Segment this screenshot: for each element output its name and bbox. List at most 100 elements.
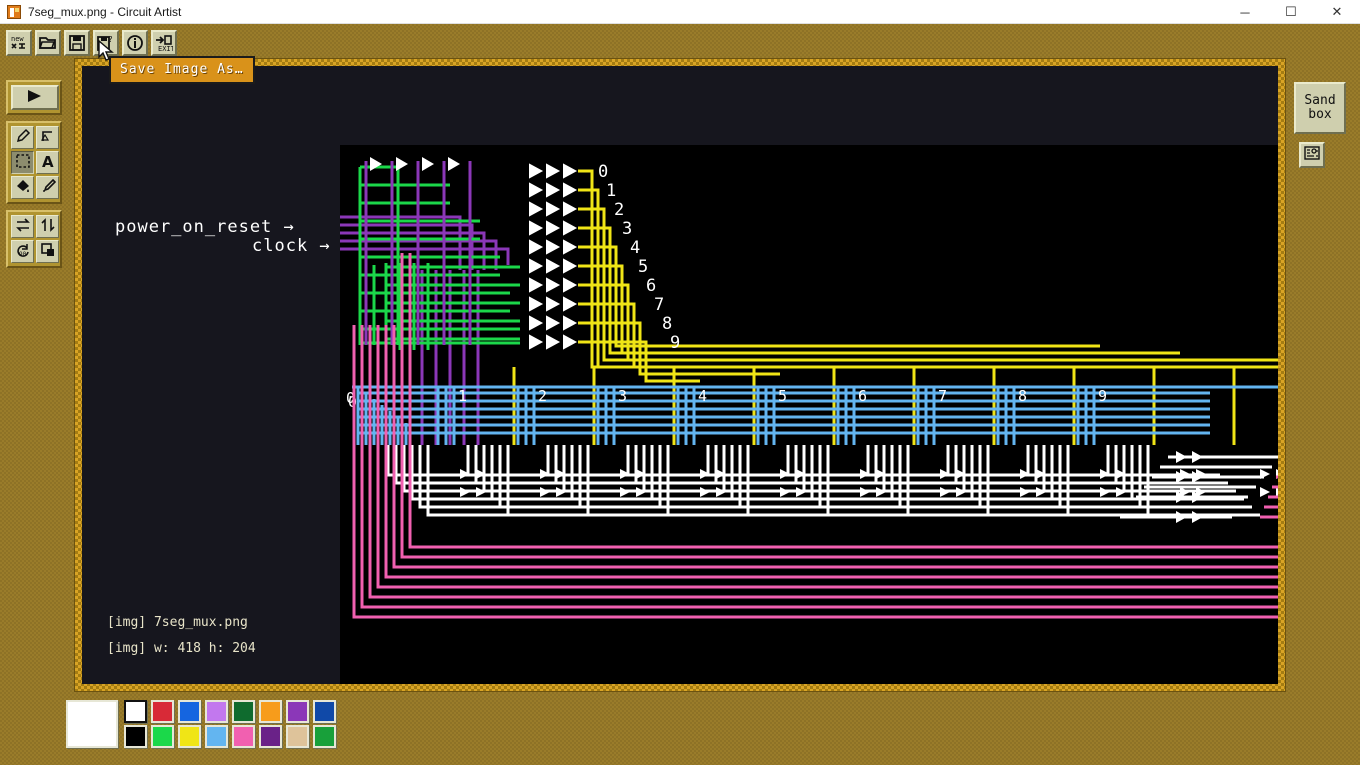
mouse-cursor bbox=[98, 40, 116, 64]
palette-swatch[interactable] bbox=[178, 700, 201, 723]
status-line-filename: [img] 7seg_mux.png bbox=[107, 610, 256, 636]
circuit-schematic-svg: 0 1 2 3 4 5 6 7 8 9 0 bbox=[340, 145, 1278, 684]
flip-horizontal-icon bbox=[15, 217, 31, 237]
palette-swatch[interactable] bbox=[286, 700, 309, 723]
minimize-icon[interactable]: ─ bbox=[1222, 0, 1268, 24]
copy-paste-icon bbox=[40, 242, 56, 262]
decoder-label-3: 3 bbox=[622, 219, 632, 239]
palette-swatch[interactable] bbox=[313, 725, 336, 748]
text-a-icon: A bbox=[40, 153, 56, 173]
mux-label-2: 2 bbox=[538, 387, 547, 405]
save-button[interactable] bbox=[64, 30, 90, 56]
palette-swatch[interactable] bbox=[205, 725, 228, 748]
maximize-icon[interactable]: ☐ bbox=[1268, 0, 1314, 24]
palette-swatch[interactable] bbox=[232, 700, 255, 723]
mux-label-4: 4 bbox=[698, 387, 707, 405]
circuit-image[interactable]: 0 1 2 3 4 5 6 7 8 9 0 bbox=[340, 145, 1278, 684]
decoder-label-6: 6 bbox=[646, 276, 656, 296]
mux-label-5: 5 bbox=[778, 387, 787, 405]
palette-swatch[interactable] bbox=[259, 700, 282, 723]
pencil-tool[interactable] bbox=[11, 126, 34, 149]
window-titlebar: 7seg_mux.png - Circuit Artist ─ ☐ ✕ bbox=[0, 0, 1360, 24]
decoder-label-1: 1 bbox=[606, 181, 616, 201]
svg-text:EXIT: EXIT bbox=[158, 45, 173, 52]
decoder-label-2: 2 bbox=[614, 200, 624, 220]
window-title: 7seg_mux.png - Circuit Artist bbox=[28, 5, 181, 19]
flip-vertical-icon bbox=[40, 217, 56, 237]
info-icon bbox=[126, 34, 144, 52]
marquee-select-icon bbox=[15, 153, 31, 173]
palette-swatch[interactable] bbox=[151, 700, 174, 723]
decoder-label-9: 9 bbox=[670, 333, 680, 353]
mux-label-3: 3 bbox=[618, 387, 627, 405]
about-button[interactable] bbox=[122, 30, 148, 56]
exit-button[interactable]: EXIT bbox=[151, 30, 177, 56]
transform-tools-panel: 90 bbox=[6, 210, 62, 268]
decoder-label-8: 8 bbox=[662, 314, 672, 334]
close-icon[interactable]: ✕ bbox=[1314, 0, 1360, 24]
mux-label-6: 6 bbox=[858, 387, 867, 405]
palette-swatch[interactable] bbox=[151, 725, 174, 748]
play-icon bbox=[25, 88, 45, 107]
current-color-swatch[interactable] bbox=[66, 700, 118, 748]
eyedropper-icon bbox=[40, 178, 56, 198]
signal-label-clock: clock → bbox=[252, 236, 331, 256]
palette-swatch[interactable] bbox=[286, 725, 309, 748]
window-controls: ─ ☐ ✕ bbox=[1222, 0, 1360, 24]
draw-tools-panel: A bbox=[6, 121, 62, 204]
mux-label-7: 7 bbox=[938, 387, 947, 405]
status-line-dimensions: [img] w: 418 h: 204 bbox=[107, 636, 256, 662]
decoder-label-5: 5 bbox=[638, 257, 648, 277]
rotate-90[interactable]: 90 bbox=[11, 240, 34, 263]
canvas-status-text: [img] 7seg_mux.png [img] w: 418 h: 204 bbox=[107, 610, 256, 662]
palette-swatch[interactable] bbox=[313, 700, 336, 723]
floppy-icon bbox=[68, 34, 86, 52]
right-panel: Sand box bbox=[1294, 82, 1346, 168]
paint-bucket-icon bbox=[15, 178, 31, 198]
line-tool[interactable] bbox=[36, 126, 59, 149]
tool-panel: A bbox=[6, 80, 62, 274]
flip-horizontal[interactable] bbox=[11, 215, 34, 238]
svg-text:A: A bbox=[42, 153, 54, 169]
decoder-label-0: 0 bbox=[598, 162, 608, 182]
palette-swatch[interactable] bbox=[124, 725, 147, 748]
svg-text:90: 90 bbox=[19, 251, 27, 258]
mux-label-9: 9 bbox=[1098, 387, 1107, 405]
palette-swatch[interactable] bbox=[124, 700, 147, 723]
decoder-label-7: 7 bbox=[654, 295, 664, 315]
palette-swatch[interactable] bbox=[232, 725, 255, 748]
run-simulation-button[interactable] bbox=[11, 85, 59, 110]
sandbox-label-line2: box bbox=[1308, 108, 1331, 122]
decoder-label-4: 4 bbox=[630, 238, 640, 258]
folder-icon bbox=[39, 34, 57, 52]
palette-swatch[interactable] bbox=[178, 725, 201, 748]
pencil-icon bbox=[15, 128, 31, 148]
mux-label-1: 1 bbox=[458, 387, 467, 405]
text-tool[interactable]: A bbox=[36, 151, 59, 174]
sandbox-button[interactable]: Sand box bbox=[1294, 82, 1346, 134]
chip-schematic-icon bbox=[1303, 144, 1321, 166]
picker-tool[interactable] bbox=[36, 176, 59, 199]
select-tool[interactable] bbox=[11, 151, 34, 174]
fill-tool[interactable] bbox=[11, 176, 34, 199]
copy-paste[interactable] bbox=[36, 240, 59, 263]
toolbar-tooltip: Save Image As… bbox=[109, 56, 255, 84]
svg-text:new: new bbox=[11, 35, 24, 43]
chip-view-button[interactable] bbox=[1299, 142, 1325, 168]
drawing-canvas[interactable]: power_on_reset → clock → bbox=[82, 66, 1278, 684]
palette-swatch-grid bbox=[124, 700, 338, 748]
flip-vertical[interactable] bbox=[36, 215, 59, 238]
open-file-button[interactable] bbox=[35, 30, 61, 56]
sandbox-label-line1: Sand bbox=[1304, 94, 1335, 108]
new-file-button[interactable]: new bbox=[6, 30, 32, 56]
signal-label-power-on-reset: power_on_reset → bbox=[115, 217, 295, 237]
color-palette bbox=[66, 700, 338, 748]
palette-swatch[interactable] bbox=[205, 700, 228, 723]
run-panel bbox=[6, 80, 62, 115]
palette-swatch[interactable] bbox=[259, 725, 282, 748]
line-icon bbox=[40, 128, 56, 148]
main-toolbar: new ? bbox=[6, 30, 177, 56]
exit-icon: EXIT bbox=[155, 34, 173, 52]
mux-label-8: 8 bbox=[1018, 387, 1027, 405]
new-file-icon: new bbox=[10, 34, 28, 52]
